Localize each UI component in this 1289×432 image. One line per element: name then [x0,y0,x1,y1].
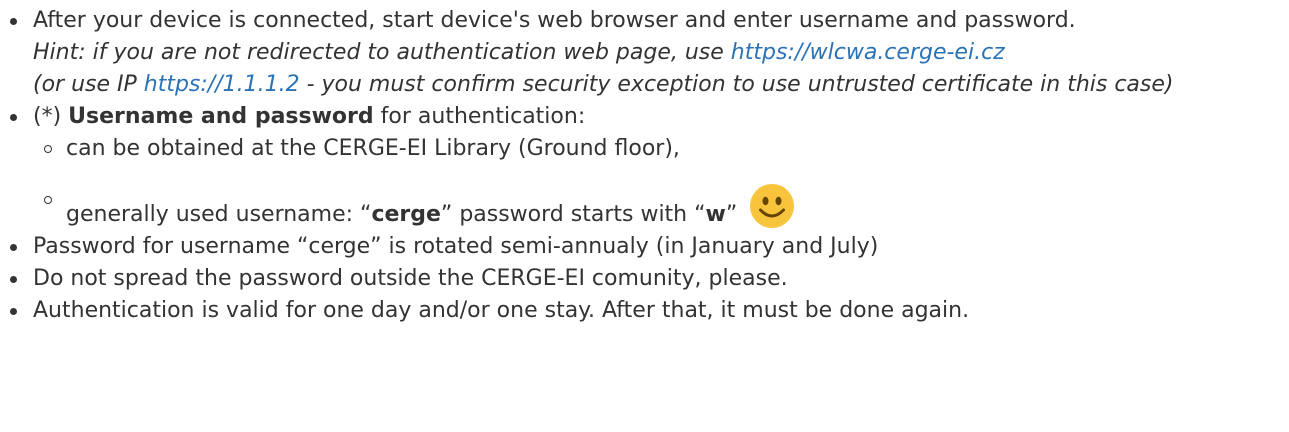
spread-text: Do not spread the password outside the C… [33,266,788,291]
auth-page-link[interactable]: https://wlcwa.cerge-ei.cz [731,40,1005,65]
sublist-item-library: can be obtained at the CERGE-EI Library … [33,133,1289,165]
username-text-3: ” [725,202,738,227]
hint-suffix: - you must confirm security exception to… [299,72,1174,97]
validity-text: Authentication is valid for one day and/… [33,298,970,323]
credentials-suffix: for authentication: [373,104,586,129]
credentials-prefix: (*) [33,104,69,129]
username-text-1: generally used username: “ [66,202,372,227]
connect-instruction: After your device is connected, start de… [33,8,1076,33]
list-item-credentials: (*) Username and password for authentica… [0,101,1289,231]
library-text: can be obtained at the CERGE-EI Library … [66,136,680,161]
hint-prefix: Hint: if you are not redirected to authe… [33,40,731,65]
smiley-face-icon [750,184,795,228]
credentials-bold: Username and password [68,104,374,129]
hint-text: Hint: if you are not redirected to authe… [33,37,1289,101]
list-item-spread: Do not spread the password outside the C… [0,263,1289,295]
password-hint-bold: w [705,202,726,227]
username-text-2: ” password starts with “ [440,202,706,227]
username-bold: cerge [371,202,441,227]
rotation-text: Password for username “cerge” is rotated… [33,234,879,259]
instructions-list: After your device is connected, start de… [0,0,1289,327]
credentials-sublist: can be obtained at the CERGE-EI Library … [33,133,1289,231]
list-item-validity: Authentication is valid for one day and/… [0,295,1289,327]
list-item-connect: After your device is connected, start de… [0,5,1289,101]
hint-mid: (or use IP [33,72,144,97]
list-item-rotation: Password for username “cerge” is rotated… [0,231,1289,263]
ip-link[interactable]: https://1.1.1.2 [144,72,300,97]
sublist-item-username: generally used username: “cerge” passwor… [33,184,1289,231]
